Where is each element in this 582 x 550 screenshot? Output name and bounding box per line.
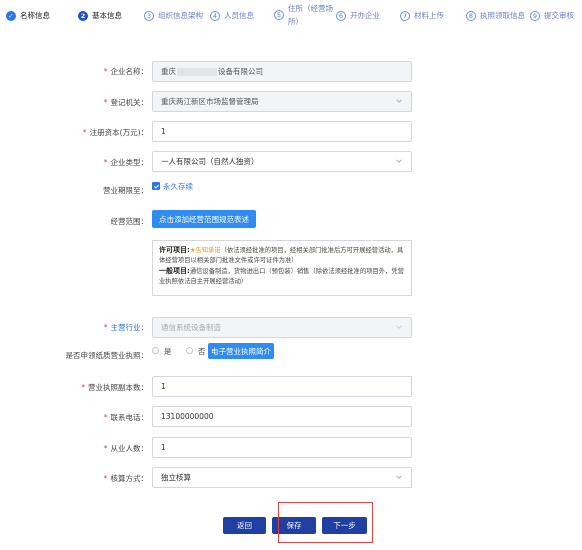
accounting-select[interactable]: 独立核算 <box>152 467 412 488</box>
accounting-label: * 核算方式： <box>103 474 148 483</box>
radio-yes[interactable] <box>152 347 159 354</box>
permanent-checkbox-label[interactable]: 永久存续 <box>163 181 193 192</box>
step-address[interactable]: 5 住所（经营场所） <box>274 2 340 28</box>
phone-input[interactable]: 13100000000 <box>152 406 412 427</box>
radio-yes-label[interactable]: 是 <box>164 346 172 357</box>
permanent-checkbox[interactable] <box>152 182 160 190</box>
chevron-down-icon <box>395 157 403 165</box>
chevron-down-icon <box>395 473 403 481</box>
annotation-highlight-box <box>278 502 373 543</box>
step-submit[interactable]: 9 提交审核 <box>530 10 574 21</box>
license-copies-input[interactable]: 1 <box>152 376 412 397</box>
step-label: 名称信息 <box>20 11 50 20</box>
company-name-label: * 企业名称： <box>103 67 148 76</box>
step-number: 2 <box>78 10 88 21</box>
step-label: 开办企业 <box>350 11 380 20</box>
step-license-pickup[interactable]: 8 执照领取信息 <box>466 10 525 21</box>
registration-authority-select: 重庆两江新区市场监督管理局 <box>152 91 412 112</box>
step-personnel[interactable]: 4 人员信息 <box>210 10 254 21</box>
step-number: 9 <box>530 10 540 21</box>
step-org-structure[interactable]: 3 组织信息架构 <box>144 10 203 21</box>
main-industry-label: * 主营行业： <box>103 323 148 332</box>
e-license-intro-button[interactable]: 电子营业执照简介 <box>208 343 274 359</box>
step-label: 人员信息 <box>224 11 254 20</box>
registration-authority-label: * 登记机关： <box>103 98 148 107</box>
back-button[interactable]: 返回 <box>223 517 266 534</box>
company-type-select[interactable]: 一人有限公司（自然人独资） <box>152 151 412 172</box>
chevron-down-icon <box>395 323 403 331</box>
step-number: 3 <box>144 10 154 21</box>
check-icon <box>153 184 159 189</box>
step-open-company[interactable]: 6 开办企业 <box>336 10 380 21</box>
business-scope-label: 经营范围： <box>110 217 149 226</box>
step-number: 5 <box>274 10 284 20</box>
business-term-label: 营业期限至： <box>103 186 148 195</box>
chevron-down-icon <box>395 97 403 105</box>
radio-no[interactable] <box>186 347 193 354</box>
employees-label: * 从业人数： <box>103 444 148 453</box>
step-label: 组织信息架构 <box>158 11 203 20</box>
step-number: 8 <box>466 10 476 21</box>
step-name-info[interactable]: ✓ 名称信息 <box>6 10 50 21</box>
registered-capital-input[interactable]: 1 <box>152 121 412 142</box>
step-number: 7 <box>400 10 410 21</box>
step-number: 6 <box>336 10 346 21</box>
main-industry-select: 通信系统设备制造 <box>152 317 412 338</box>
step-label: 住所（经营场所） <box>288 4 333 26</box>
add-business-scope-button[interactable]: 点击添加经营范围规范表述 <box>152 210 256 228</box>
registered-capital-label: * 注册资本(万元)： <box>82 128 148 137</box>
step-upload[interactable]: 7 材料上传 <box>400 10 444 21</box>
step-label: 材料上传 <box>414 11 444 20</box>
step-label: 提交审核 <box>544 11 574 20</box>
employees-input[interactable]: 1 <box>152 437 412 458</box>
business-scope-text: 许可项目:★告知承诺（依法须经批准的项目，经相关部门批准后方可开展经营活动，具体… <box>152 240 412 296</box>
license-copies-label: * 营业执照副本数： <box>81 383 148 392</box>
company-name-field: 重庆 设备有限公司 <box>152 61 412 82</box>
redacted-text <box>177 67 217 76</box>
paper-license-label: 是否申领纸质营业执照： <box>65 351 149 360</box>
step-number: 4 <box>210 10 220 21</box>
radio-no-label[interactable]: 否 <box>198 346 206 357</box>
step-label: 基本信息 <box>92 11 122 20</box>
step-basic-info[interactable]: 2 基本信息 <box>78 10 122 21</box>
check-icon: ✓ <box>6 10 16 21</box>
step-label: 执照领取信息 <box>480 11 525 20</box>
company-type-label: * 企业类型： <box>103 158 148 167</box>
phone-label: * 联系电话： <box>103 413 148 422</box>
progress-steps: ✓ 名称信息 2 基本信息 3 组织信息架构 4 人员信息 5 住所（经营场所）… <box>0 0 582 40</box>
